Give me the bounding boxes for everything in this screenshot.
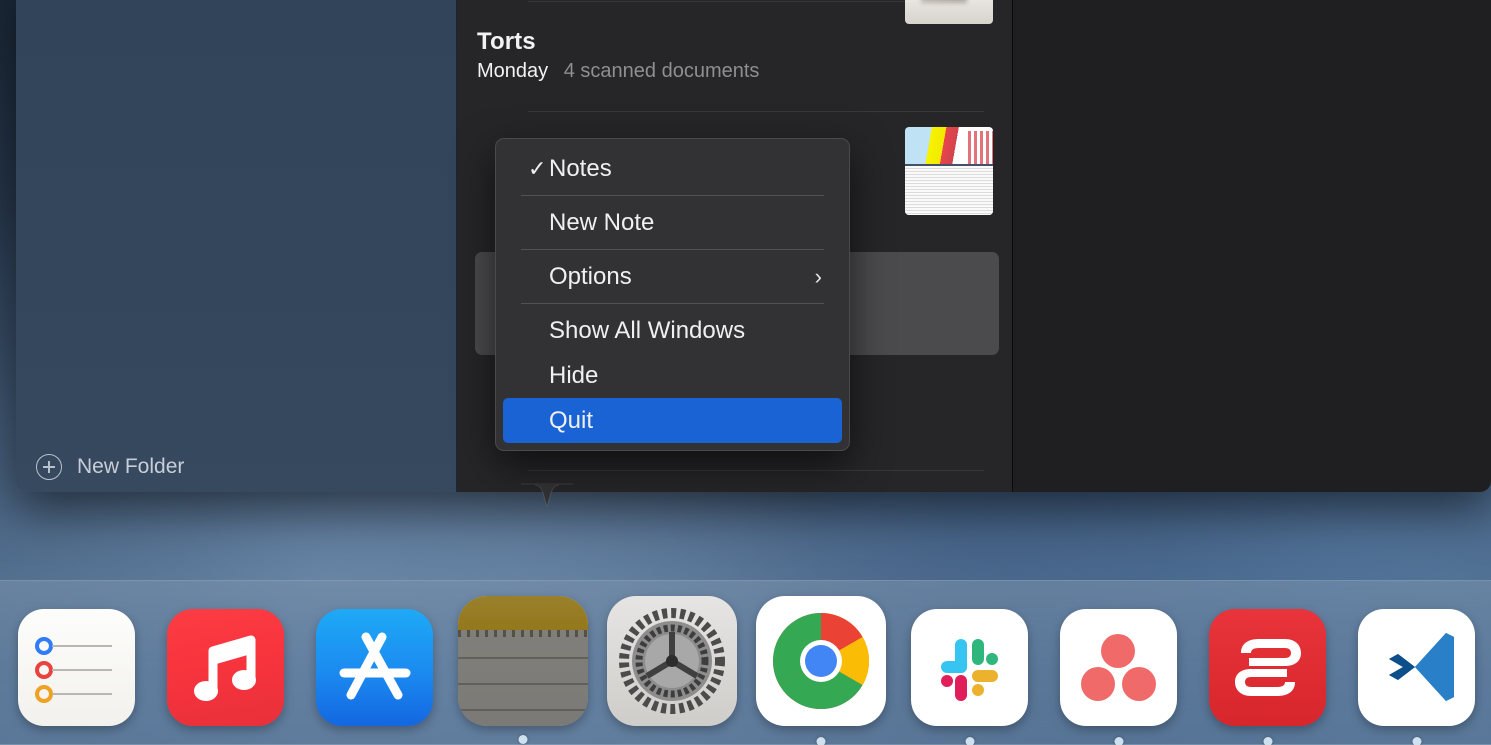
running-indicator [816,737,826,745]
running-indicator [965,737,975,745]
list-divider [528,470,984,471]
menu-item-options[interactable]: Options › [503,254,842,299]
thumbnail-sheet-detail [905,163,993,215]
notes-icon [458,596,589,726]
note-title: Torts [477,28,536,55]
menu-separator [521,303,824,304]
dock-item-slack[interactable] [895,609,1044,745]
menu-item-label: Quit [549,406,594,434]
running-indicator [1412,737,1422,745]
note-date: Monday [477,60,549,82]
menu-item-label: Hide [549,361,599,389]
app-store-icon [315,609,433,726]
list-divider [528,111,984,112]
menu-item-label: Show All Windows [549,316,746,344]
note-snippet: 4 scanned documents [563,60,760,82]
note-thumbnail [905,127,993,215]
chevron-right-icon: › [814,263,822,289]
chrome-icon [755,596,886,726]
dock-item-app-store[interactable] [300,609,449,726]
menu-item-label: Options [549,262,632,290]
list-divider [528,1,984,2]
dock-item-music[interactable] [151,609,300,726]
running-indicator [1263,737,1273,745]
music-icon [166,609,284,726]
note-thumbnail [905,0,993,24]
new-folder-label: New Folder [77,455,185,478]
dock-item-expressvpn[interactable] [1193,609,1342,745]
menu-item-new-note[interactable]: New Note [503,200,842,245]
asana-icon [1060,609,1178,726]
plus-circle-icon [36,454,62,480]
vscode-icon [1358,609,1476,726]
dock-item-asana[interactable] [1044,609,1193,745]
running-indicator [518,735,528,744]
menu-item-show-all-windows[interactable]: Show All Windows [503,308,842,353]
list-item[interactable]: Torts Monday 4 scanned documents [457,28,1012,83]
menu-item-notes[interactable]: ✓ Notes [503,146,842,191]
dock-item-notes[interactable] [449,596,598,744]
dock-item-system-preferences[interactable] [598,596,747,726]
menu-item-quit[interactable]: Quit [503,398,842,443]
running-indicator [1114,737,1124,745]
menu-item-label: New Note [549,208,655,236]
dock-item-reminders[interactable] [2,609,151,726]
note-meta: Monday 4 scanned documents [477,60,992,83]
dock-item-chrome[interactable] [747,596,896,745]
new-folder-button[interactable]: New Folder [36,454,184,480]
dock [0,580,1491,745]
menu-separator [521,249,824,250]
expressvpn-icon [1209,609,1327,726]
dock-item-vscode[interactable] [1342,609,1491,745]
menu-separator [521,195,824,196]
slack-icon [911,609,1029,726]
menu-item-hide[interactable]: Hide [503,353,842,398]
dock-items [0,581,1491,745]
note-detail-pane [1013,0,1491,492]
menu-item-label: Notes [549,154,612,182]
checkmark-icon: ✓ [528,155,547,181]
context-menu-pointer [521,483,573,508]
reminders-icon [17,609,135,726]
gear-icon [607,596,738,726]
notes-sidebar: New Folder [16,0,457,492]
dock-context-menu: ✓ Notes New Note Options › Show All Wind… [495,138,850,451]
